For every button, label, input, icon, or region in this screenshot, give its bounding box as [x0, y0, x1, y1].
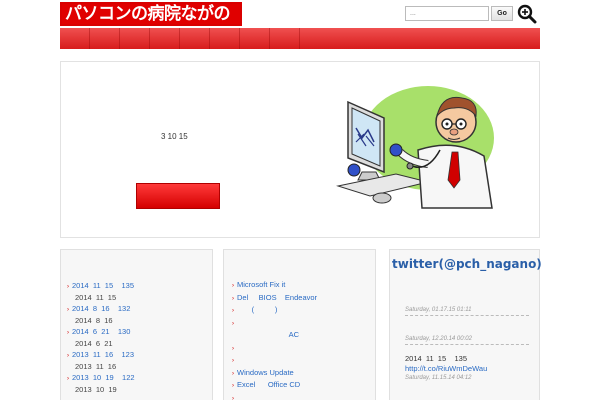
- link-text: AC: [237, 330, 300, 339]
- arrow-right-icon: ›: [67, 307, 69, 313]
- archive-link-text: 2013 10 19 122: [72, 373, 135, 382]
- archive-date: 2014 8 16: [75, 316, 113, 325]
- link-text: Microsoft Fix it: [237, 280, 286, 289]
- arrow-right-icon: ›: [232, 395, 234, 400]
- main-nav-bar: [60, 28, 540, 49]
- archive-date: 2014 6 21: [75, 339, 113, 348]
- arrow-right-icon: ›: [67, 376, 69, 382]
- archive-item: › 2013 10 19 122 2013 10 19: [67, 372, 135, 395]
- archive-item: › 2013 11 16 123 2013 11 16: [67, 349, 135, 372]
- link-item[interactable]: › Windows Update: [232, 367, 317, 380]
- link-item[interactable]: ›: [232, 354, 317, 367]
- link-item[interactable]: › ( ): [232, 304, 317, 317]
- archive-date: 2013 10 19: [75, 385, 117, 394]
- arrow-right-icon: ›: [232, 383, 234, 389]
- twitter-widget: twitter(@pch_nagano) Saturday, 01.17.15 …: [389, 249, 542, 400]
- archive-link[interactable]: › 2014 8 16 132: [67, 303, 135, 316]
- arrow-right-icon: ›: [232, 295, 234, 302]
- nav-item[interactable]: [210, 28, 240, 49]
- link-text: Excel Office CD: [237, 380, 301, 389]
- archive-item: › 2014 11 15 135 2014 11 15: [67, 280, 135, 303]
- arrow-right-icon: ›: [232, 308, 234, 314]
- site-logo[interactable]: パソコンの病院ながの: [60, 2, 242, 26]
- nav-item[interactable]: [120, 28, 150, 49]
- nav-item[interactable]: [270, 28, 300, 49]
- archive-link-text: 2013 11 16 123: [72, 350, 134, 359]
- tweet-time: Saturday, 11.15.14 04:12: [405, 375, 472, 381]
- doctor-with-computer-illustration: [336, 86, 494, 209]
- arrow-right-icon: ›: [232, 283, 234, 289]
- nav-item[interactable]: [150, 28, 180, 49]
- site-logo-text: パソコンの病院ながの: [62, 4, 240, 24]
- tweet-time: Saturday, 12.20.14 00:02: [405, 336, 472, 342]
- featured-date: 3 10 15: [161, 132, 188, 141]
- featured-red-button[interactable]: [136, 183, 220, 209]
- twitter-title[interactable]: twitter(@pch_nagano): [392, 257, 542, 271]
- nav-item[interactable]: [180, 28, 210, 49]
- links-widget: › Microsoft Fix it › Del BIOS Endeavor › (…: [223, 249, 376, 400]
- arrow-right-icon: ›: [232, 370, 234, 377]
- arrow-right-icon: ›: [232, 358, 234, 364]
- link-item[interactable]: › Del BIOS Endeavor: [232, 292, 317, 305]
- links-list: › Microsoft Fix it › Del BIOS Endeavor › (…: [232, 279, 317, 400]
- tweet-text: 2014 11 15 135: [405, 354, 467, 363]
- link-item[interactable]: › Excel Office CD: [232, 379, 317, 392]
- link-text: ( ): [237, 305, 278, 314]
- link-item[interactable]: ›: [232, 342, 317, 355]
- link-text: Del BIOS Endeavor: [237, 292, 318, 302]
- archive-item: › 2014 8 16 132 2014 8 16: [67, 303, 135, 326]
- link-item[interactable]: ›: [232, 317, 317, 330]
- magnifier-plus-icon[interactable]: [517, 4, 537, 24]
- link-text: Windows Update: [237, 367, 294, 377]
- link-item[interactable]: › Microsoft Fix it: [232, 279, 317, 292]
- tweet-time: Saturday, 01.17.15 01:11: [405, 307, 472, 313]
- tweet: Saturday, 12.20.14 00:02: [405, 335, 529, 345]
- arrow-right-icon: ›: [67, 353, 69, 359]
- tweet-link[interactable]: http://t.co/RiuWmDeWau: [405, 364, 529, 374]
- arrow-right-icon: ›: [67, 330, 69, 336]
- nav-item[interactable]: [60, 28, 90, 49]
- arrow-right-icon: ›: [67, 284, 69, 290]
- arrow-right-icon: ›: [232, 320, 234, 327]
- nav-item[interactable]: [240, 28, 270, 49]
- tweet: Saturday, 01.17.15 01:11: [405, 306, 529, 316]
- search-input[interactable]: [405, 6, 489, 21]
- link-item[interactable]: ›: [232, 392, 317, 400]
- nav-item[interactable]: [90, 28, 120, 49]
- archive-list: › 2014 11 15 135 2014 11 15 › 2014 8 16 13…: [67, 280, 135, 395]
- link-item[interactable]: › AC: [232, 329, 317, 342]
- archive-date: 2013 11 16: [75, 362, 117, 371]
- archive-link-text: 2014 6 21 130: [72, 327, 131, 336]
- archive-link-text: 2014 11 15 135: [72, 281, 134, 290]
- archive-date: 2014 11 15: [75, 293, 117, 302]
- archive-link[interactable]: › 2013 11 16 123: [67, 349, 135, 362]
- search-button[interactable]: Go: [491, 6, 513, 21]
- archive-item: › 2014 6 21 130 2014 6 21: [67, 326, 135, 349]
- archive-link[interactable]: › 2014 6 21 130: [67, 326, 135, 339]
- arrow-right-icon: ›: [232, 345, 234, 352]
- tweet: 2014 11 15 135 http://t.co/RiuWmDeWau Sa…: [405, 354, 529, 383]
- featured-panel: 3 10 15: [60, 61, 540, 238]
- archive-widget: › 2014 11 15 135 2014 11 15 › 2014 8 16 13…: [60, 249, 213, 400]
- archive-link[interactable]: › 2013 10 19 122: [67, 372, 135, 385]
- archive-link[interactable]: › 2014 11 15 135: [67, 280, 135, 293]
- archive-link-text: 2014 8 16 132: [72, 304, 131, 313]
